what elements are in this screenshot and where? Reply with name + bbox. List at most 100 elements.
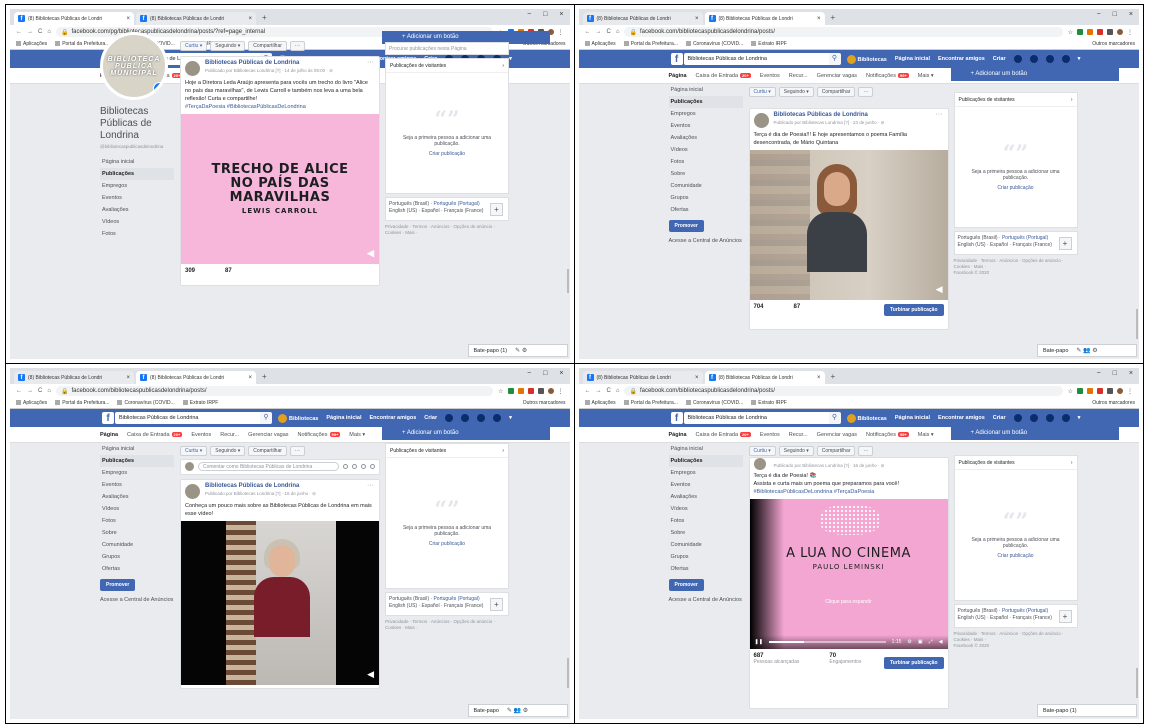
extension-icon[interactable] [1087,29,1093,35]
sidebar-item-offers[interactable]: Ofertas [100,563,174,575]
liked-button[interactable]: Curtiu ▾ [748,446,776,456]
ad-center-link[interactable]: Acesse a Central de Anúncios [669,597,743,604]
chat-bar[interactable]: Bate-papo (1) [1037,704,1137,717]
volume-icon[interactable]: ◀ [367,669,374,680]
home-icon[interactable]: ⌂ [47,388,51,394]
menu-icon[interactable]: ⋮ [558,388,564,395]
sidebar-item-community[interactable]: Comunidade [100,539,174,551]
nav-find-friends[interactable]: Encontrar amigos [938,56,985,62]
more-button[interactable]: ··· [289,41,305,51]
following-button[interactable]: Seguindo ▾ [210,41,246,51]
chat-bar[interactable]: Bate-papo ✎ 👥 ⚙ [1037,344,1137,357]
settings-icon[interactable]: ⚙ [907,639,911,645]
back-icon[interactable]: ← [585,29,591,35]
sidebar-item-about[interactable]: Sobre [100,527,174,539]
chat-options-icon[interactable]: ✎ 👥 ⚙ [1076,345,1097,356]
language-link[interactable]: Português (Portugal) [433,201,479,207]
bookmark-others[interactable]: Outros marcadores [523,400,566,406]
sidebar-item-events[interactable]: Eventos [669,479,743,491]
close-window-icon[interactable]: × [559,11,563,18]
facebook-search-input[interactable]: Bibliotecas Públicas de Londrina [683,53,829,65]
sidebar-item-home[interactable]: Página inicial [100,443,174,455]
bookmark-prefeitura[interactable]: Portal da Prefeitura... [623,400,678,406]
dropdown-icon[interactable]: ▾ [1078,415,1081,421]
scrollbar[interactable] [566,658,569,688]
tab-notifications[interactable]: Notificações99+ [866,72,909,79]
home-icon[interactable]: ⌂ [616,29,620,35]
messenger-icon[interactable] [1029,414,1038,422]
new-tab-icon[interactable]: + [827,372,840,381]
language-list[interactable]: English (US) · Español · Français (Franc… [389,603,483,609]
sidebar-item-jobs[interactable]: Empregos [100,180,174,192]
notifications-icon[interactable] [1045,414,1054,422]
url-input[interactable]: 🔒 facebook.com/bibliotecaspublicasdelondr… [624,27,1063,37]
extension-icon[interactable] [537,388,544,394]
facebook-search-input[interactable]: Bibliotecas Públicas de Londrina [115,412,260,424]
bookmark-covid[interactable]: Coronavírus (COVID... [685,400,743,406]
boost-post-button[interactable]: Turbinar publicação [884,657,944,669]
chat-bar[interactable]: Bate-papo (1) ✎ ⚙ [467,344,568,357]
more-icon[interactable]: ··· [367,59,374,66]
chevron-right-icon[interactable]: › [1071,456,1073,469]
tab-pagina[interactable]: Página [669,432,687,438]
sidebar-item-posts[interactable]: Publicações [668,96,743,108]
nav-home[interactable]: Página inicial [895,415,930,421]
browser-tab-2[interactable]: f (8) Bibliotecas Públicas de Londri × [704,12,825,25]
following-button[interactable]: Seguindo ▾ [210,446,246,456]
camera-icon[interactable] [352,464,357,469]
sidebar-item-events[interactable]: Eventos [100,479,174,491]
create-post-link[interactable]: Criar publicação [429,541,465,547]
close-window-icon[interactable]: × [1129,370,1133,377]
language-list[interactable]: English (US) · Español · Français (Franc… [958,242,1052,248]
chat-options-icon[interactable]: ✎ ⚙ [515,345,527,356]
tab-resources[interactable]: Recur... [789,432,808,438]
dropdown-icon[interactable]: ▾ [1078,56,1081,62]
post-author[interactable]: Bibliotecas Públicas de Londrina [774,112,944,119]
nav-profile[interactable]: Bibliotecas [846,54,887,64]
legal-links[interactable]: Privacidade · Termos · Anúncios · Opções… [954,258,1064,269]
create-post-link[interactable]: Criar publicação [997,185,1033,191]
search-posts-input[interactable]: Procurar publicações nesta Página [385,42,509,55]
tab-jobs[interactable]: Gerenciar vagas [248,432,288,438]
nav-find-friends[interactable]: Encontrar amigos [370,415,417,421]
sidebar-item-offers[interactable]: Ofertas [669,204,743,216]
forward-icon[interactable]: → [27,29,33,35]
sidebar-item-reviews[interactable]: Avaliações [100,491,174,503]
language-link[interactable]: Português (Portugal) [433,596,479,602]
add-button[interactable]: + Adicionar um botão [950,427,1119,440]
maximize-icon[interactable]: □ [1113,11,1117,18]
close-tab-icon[interactable]: × [817,16,821,22]
forward-icon[interactable]: → [596,388,602,394]
chat-bar[interactable]: Bate-papo ✎ 👥 ⚙ [467,704,568,717]
profile-icon[interactable] [1117,29,1123,35]
friends-icon[interactable] [1013,414,1022,422]
more-icon[interactable]: ··· [367,482,374,489]
scrollbar[interactable] [1136,668,1138,698]
messenger-icon[interactable] [461,414,470,422]
help-icon[interactable] [1061,414,1070,422]
pip-icon[interactable]: ▣ [918,639,923,645]
add-language-icon[interactable]: + [490,598,503,611]
add-language-icon[interactable]: + [1058,237,1072,250]
tab-pagina[interactable]: Página [669,73,687,79]
browser-tab-1[interactable]: f (8) Bibliotecas Públicas de Londri × [14,371,134,384]
sidebar-item-groups[interactable]: Grupos [100,551,174,563]
close-tab-icon[interactable]: × [817,375,821,381]
language-link[interactable]: Português (Portugal) [1002,235,1048,241]
tab-jobs[interactable]: Gerenciar vagas [817,73,857,79]
post-hashtags[interactable]: #TerçaDaPoesia #BibliotecasPúblicasDeLon… [185,104,306,110]
back-icon[interactable]: ← [16,388,22,394]
add-language-icon[interactable]: + [1058,610,1072,623]
chevron-right-icon[interactable]: › [1071,93,1073,106]
boost-post-button[interactable]: Turbinar publicação [884,304,944,316]
tab-resources[interactable]: Recur... [220,432,239,438]
search-icon[interactable]: ⚲ [828,53,841,65]
sidebar-item-posts[interactable]: Publicações [100,455,174,467]
nav-home[interactable]: Página inicial [326,415,361,421]
emoji-icon[interactable] [343,464,348,469]
following-button[interactable]: Seguindo ▾ [778,87,814,97]
post-author[interactable]: Bibliotecas Públicas de Londrina [205,483,375,490]
scrollbar[interactable] [566,269,569,293]
reload-icon[interactable]: C [38,29,42,35]
click-to-expand[interactable]: Clique para expandir [750,599,948,605]
